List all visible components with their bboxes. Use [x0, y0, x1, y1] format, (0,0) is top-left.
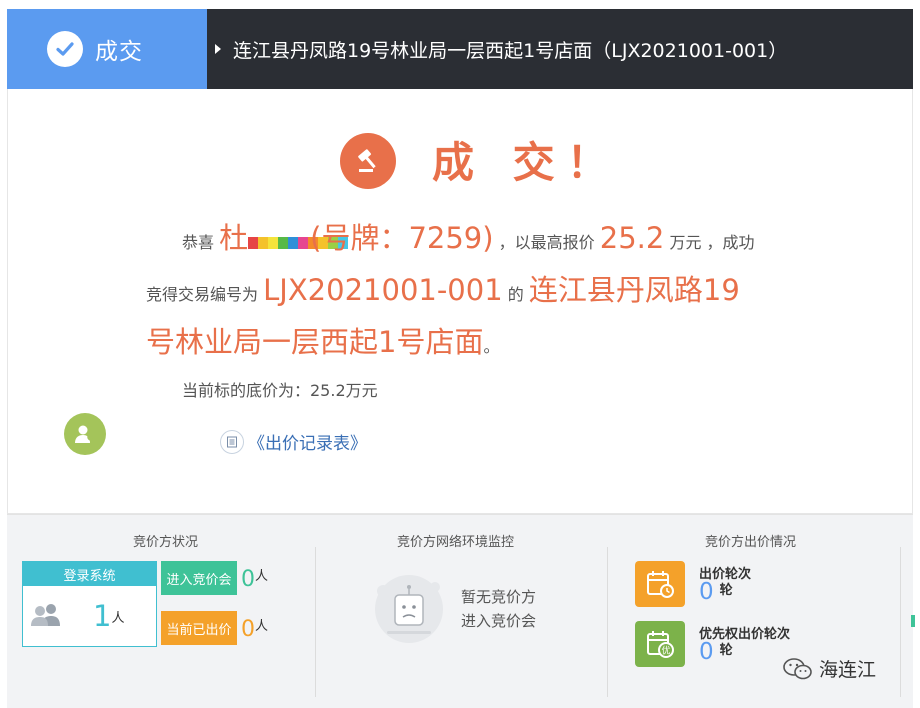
document-icon [220, 429, 244, 454]
entered-count: 0 [241, 567, 255, 592]
priority-calendar-icon: 优 [635, 621, 685, 667]
edge-indicator [911, 615, 915, 627]
winner-surname: 杜 [219, 221, 249, 255]
bid-rounds-count: 0 [699, 579, 714, 605]
bid-status-title: 竞价方出价情况 [705, 535, 797, 550]
bid-count: 0 [241, 617, 255, 642]
status-tab: 成交 [7, 9, 207, 89]
mosaic-censor-icon [248, 235, 349, 261]
congrats-text: 恭喜 [182, 233, 215, 252]
status-label: 成交 [95, 39, 143, 65]
login-label: 登录系统 [23, 562, 156, 586]
user-avatar-icon [64, 413, 106, 455]
bid-record-text: 《出价记录表》 [248, 434, 367, 454]
login-card: 登录系统 1人 [22, 561, 157, 647]
network-monitor-title: 竞价方网络环境监控 [397, 535, 515, 550]
arrow-right-icon [215, 44, 221, 54]
item-name-line2: 号林业局一层西起1号店面 [146, 325, 484, 359]
watermark-text: 海连江 [819, 659, 877, 681]
result-panel: 成 交！ 恭喜 杜 (号牌：7259) ，以最高报价 25.2 万元 ，成功 竞得… [7, 89, 913, 514]
won-line: 竞得交易编号为 LJX2021001-001 的 连江县丹凤路19 [146, 267, 740, 309]
plate-number: (号牌：7259) [310, 221, 494, 255]
won-prefix: 竞得交易编号为 [146, 285, 259, 304]
entered-unit: 人 [255, 569, 269, 584]
result-headline: 成 交！ [432, 138, 621, 187]
login-count: 1 [93, 599, 112, 633]
title-bar: 连江县丹凤路19号林业局一层西起1号店面（LJX2021001-001） [207, 9, 913, 89]
divider [315, 547, 316, 697]
wechat-icon [783, 657, 812, 679]
watermark: 海连江 [783, 655, 876, 682]
no-bidder-line2: 进入竞价会 [461, 612, 537, 630]
no-bidder-line1: 暂无竞价方 [461, 588, 537, 606]
empty-placeholder-icon [369, 569, 449, 649]
highest-bid-text: ，以最高报价 [498, 233, 595, 252]
stats-panel: 竞价方状况 竞价方网络环境监控 竞价方出价情况 登录系统 1人 进入竞价会 0人… [7, 514, 915, 708]
calendar-clock-icon [635, 561, 685, 607]
reserve-price: 当前标的底价为：25.2万元 [182, 381, 378, 400]
priority-rounds-row: 0轮 [699, 639, 733, 665]
priority-rounds-unit: 轮 [719, 643, 733, 658]
winning-price: 25.2 [599, 221, 665, 255]
entered-count-row: 0人 [241, 565, 268, 592]
divider [900, 547, 901, 697]
price-unit-text: 万元 ，成功 [669, 233, 755, 252]
page: 成交 连江县丹凤路19号林业局一层西起1号店面（LJX2021001-001） … [0, 0, 920, 708]
users-icon [29, 601, 63, 631]
login-unit: 人 [111, 610, 125, 626]
bid-record-link[interactable]: 《出价记录表》 [220, 429, 367, 454]
no-bidder-text: 暂无竞价方 进入竞价会 [461, 585, 536, 633]
item-line: 号林业局一层西起1号店面。 [146, 319, 499, 361]
bid-count-row: 0人 [241, 615, 268, 642]
page-title: 连江县丹凤路19号林业局一层西起1号店面（LJX2021001-001） [233, 39, 788, 62]
entered-label: 进入竞价会 [161, 561, 237, 595]
bid-rounds-row: 0轮 [699, 579, 733, 605]
bid-label: 当前已出价 [161, 611, 237, 645]
bidder-status-title: 竞价方状况 [133, 535, 199, 550]
of-text: 的 [507, 285, 524, 304]
divider [607, 547, 608, 697]
login-body: 1人 [23, 586, 156, 646]
trade-code: LJX2021001-001 [263, 273, 503, 307]
gavel-icon [340, 133, 396, 189]
bid-unit: 人 [255, 619, 269, 634]
congrats-line: 恭喜 杜 (号牌：7259) ，以最高报价 25.2 万元 ，成功 [182, 215, 755, 261]
bid-rounds-unit: 轮 [719, 583, 733, 598]
priority-rounds-count: 0 [699, 639, 714, 665]
period-text: 。 [483, 337, 500, 356]
item-name-line1: 连江县丹凤路19 [528, 273, 740, 307]
check-icon [47, 31, 83, 67]
header: 成交 连江县丹凤路19号林业局一层西起1号店面（LJX2021001-001） [7, 9, 913, 89]
priority-icon-text: 优 [661, 645, 670, 657]
